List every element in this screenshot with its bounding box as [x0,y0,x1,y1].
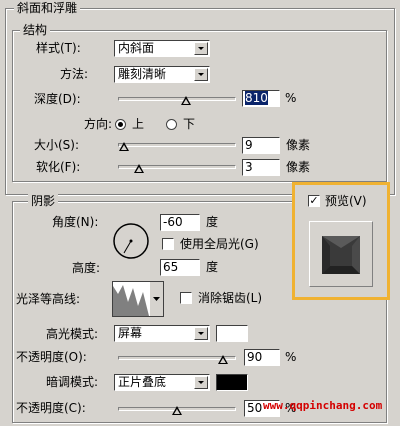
direction-up-radio[interactable] [115,119,126,130]
angle-degree-unit: 度 [206,215,219,229]
preview-label[interactable]: 预览(V) [325,193,367,209]
style-select[interactable]: 内斜面 [114,40,210,57]
soften-slider-thumb[interactable] [134,164,144,173]
highlight-mode-value: 屏幕 [118,326,143,340]
global-light-checkbox[interactable] [162,238,174,250]
angle-label: 角度(N): [52,215,99,229]
angle-dial[interactable] [112,222,150,260]
global-light-label[interactable]: 使用全局光(G) [180,236,259,252]
preview-panel: ✓ 预览(V) [292,182,390,300]
chevron-down-icon[interactable] [194,68,208,81]
technique-select[interactable]: 雕刻清晰 [114,66,210,83]
shadow-mode-select[interactable]: 正片叠底 [114,374,210,391]
anti-alias-label[interactable]: 消除锯齿(L) [198,290,262,306]
highlight-opacity-thumb[interactable] [218,355,228,364]
watermark-text: www.qqpinchang.com [263,399,383,412]
chevron-down-icon[interactable] [194,42,208,55]
direction-up-label[interactable]: 上 [132,116,144,132]
depth-slider-thumb[interactable] [181,96,191,105]
altitude-input[interactable]: 65 [160,259,200,276]
shadow-opacity-label: 不透明度(C): [16,401,86,415]
highlight-opacity-input[interactable]: 90 [244,349,280,366]
soften-label: 软化(F): [36,160,81,174]
structure-title: 结构 [20,23,51,37]
depth-percent: % [285,91,297,105]
soften-input[interactable]: 3 [242,159,280,176]
technique-label: 方法: [60,67,89,81]
technique-select-value: 雕刻清晰 [118,67,167,81]
style-select-value: 内斜面 [118,41,155,55]
highlight-opacity-label: 不透明度(O): [16,350,87,364]
highlight-color-swatch[interactable] [216,325,248,342]
gloss-contour-picker[interactable] [112,281,164,317]
chevron-down-icon[interactable] [194,376,208,389]
size-input[interactable]: 9 [242,137,280,154]
shadow-color-swatch[interactable] [216,374,248,391]
highlight-mode-select[interactable]: 屏幕 [114,325,210,342]
size-slider-track[interactable] [118,143,236,147]
size-slider-thumb[interactable] [119,142,129,151]
size-label: 大小(S): [34,138,80,152]
shadow-mode-value: 正片叠底 [118,375,167,389]
shadow-opacity-thumb[interactable] [172,406,182,415]
depth-label: 深度(D): [34,92,81,106]
anti-alias-checkbox[interactable] [180,292,192,304]
depth-slider-track[interactable] [118,97,236,101]
soften-pixels-unit: 像素 [286,160,311,174]
highlight-opacity-percent: % [285,350,297,364]
size-pixels-unit: 像素 [286,138,311,152]
preview-swatch [309,221,373,287]
direction-down-radio[interactable] [166,119,177,130]
direction-label: 方向: [84,117,113,131]
bevel-emboss-title: 斜面和浮雕 [14,1,81,15]
depth-input[interactable]: 810 [242,90,280,107]
angle-input[interactable]: -60 [160,214,200,231]
preview-checkbox[interactable]: ✓ [308,195,320,207]
gloss-contour-label: 光泽等高线: [16,292,81,306]
altitude-label: 高度: [72,261,101,275]
shading-title: 阴影 [28,194,59,208]
altitude-degree-unit: 度 [206,260,219,274]
style-label: 样式(T): [36,41,81,55]
shadow-mode-label: 暗调模式: [46,375,99,389]
chevron-down-icon[interactable] [194,327,208,340]
highlight-mode-label: 高光模式: [46,327,99,341]
direction-down-label[interactable]: 下 [183,116,195,132]
